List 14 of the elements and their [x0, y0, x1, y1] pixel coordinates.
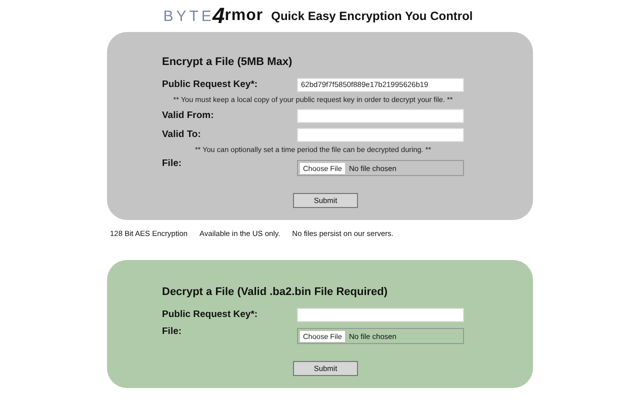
field-label: Valid To: — [162, 129, 202, 140]
panel-title: Decrypt a File (Valid .ba2.bin File Required) — [162, 286, 389, 298]
field-label: Public Request Key*: — [162, 309, 259, 320]
field-label: Public Request Key*: — [162, 79, 259, 90]
input-field[interactable] — [297, 128, 464, 142]
input-field[interactable] — [297, 308, 464, 322]
field-label: Valid From: — [162, 110, 215, 121]
logo-text: rmor — [224, 7, 264, 25]
panel-title: Encrypt a File (5MB Max) — [162, 56, 294, 68]
tagline: Quick Easy Encryption You Control — [271, 9, 473, 23]
logo-mark: 4 — [212, 3, 225, 29]
field-label: File: — [162, 158, 183, 169]
field-label: File: — [162, 326, 183, 337]
input-field[interactable] — [297, 108, 464, 122]
